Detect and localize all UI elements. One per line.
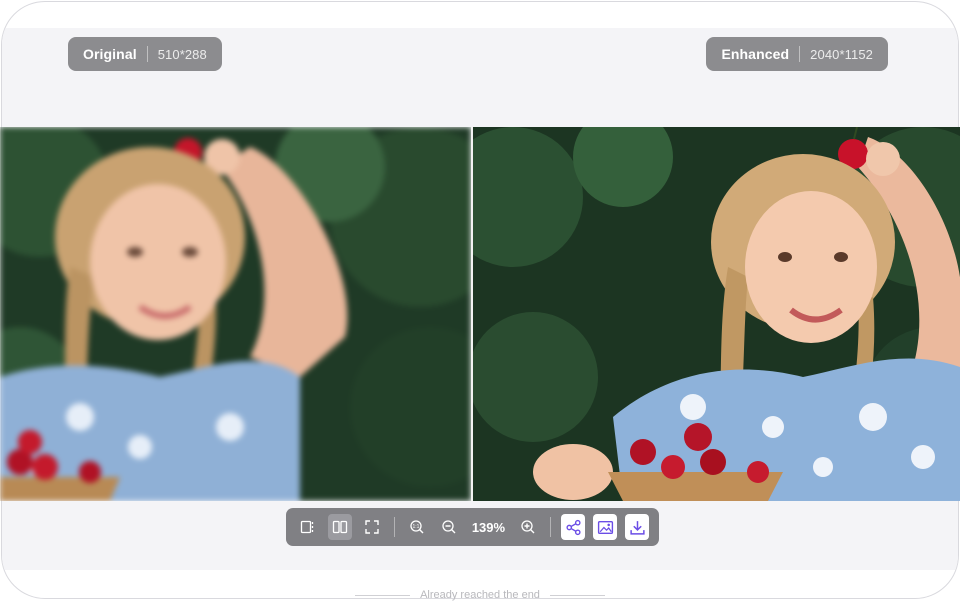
end-of-list-message: Already reached the end [0, 589, 960, 601]
badge-separator [799, 46, 801, 62]
original-image[interactable] [0, 127, 471, 501]
zoom-in-button[interactable] [516, 514, 540, 540]
footer-divider-left [355, 594, 411, 596]
split-view-button[interactable] [296, 514, 320, 540]
toolbar-separator [393, 517, 395, 537]
download-icon [629, 520, 645, 535]
enhanced-image[interactable] [473, 127, 960, 501]
side-by-side-icon [332, 520, 348, 534]
original-photo [0, 127, 471, 501]
footer-divider-right [549, 594, 605, 596]
original-dimensions: 510*288 [157, 46, 207, 62]
original-badge: Original 510*288 [68, 37, 222, 71]
actual-size-button[interactable]: 1:1 [405, 514, 429, 540]
zoom-level: 139% [471, 519, 506, 535]
download-button[interactable] [625, 514, 649, 540]
toolbar-separator [550, 517, 552, 537]
side-by-side-button[interactable] [327, 514, 352, 540]
original-label: Original [83, 46, 137, 62]
share-button[interactable] [561, 514, 586, 540]
enhanced-dimensions: 2040*1152 [810, 46, 873, 62]
fullscreen-icon [365, 520, 379, 534]
enhanced-label: Enhanced [721, 46, 790, 62]
enhanced-photo [473, 127, 960, 501]
split-view-icon [300, 520, 314, 534]
svg-text:1:1: 1:1 [412, 524, 419, 530]
enhanced-badge: Enhanced 2040*1152 [706, 37, 888, 71]
image-compare-icon [597, 520, 613, 534]
zoom-in-icon [521, 520, 535, 534]
share-icon [566, 519, 581, 535]
footer-text: Already reached the end [420, 589, 540, 601]
badge-separator [146, 46, 148, 62]
actual-size-icon: 1:1 [409, 520, 424, 534]
compare-image-button[interactable] [593, 514, 618, 540]
fullscreen-button[interactable] [360, 514, 384, 540]
zoom-out-icon [441, 520, 455, 534]
zoom-out-button[interactable] [437, 514, 461, 540]
viewer-toolbar: 1:1 139% [286, 508, 659, 546]
